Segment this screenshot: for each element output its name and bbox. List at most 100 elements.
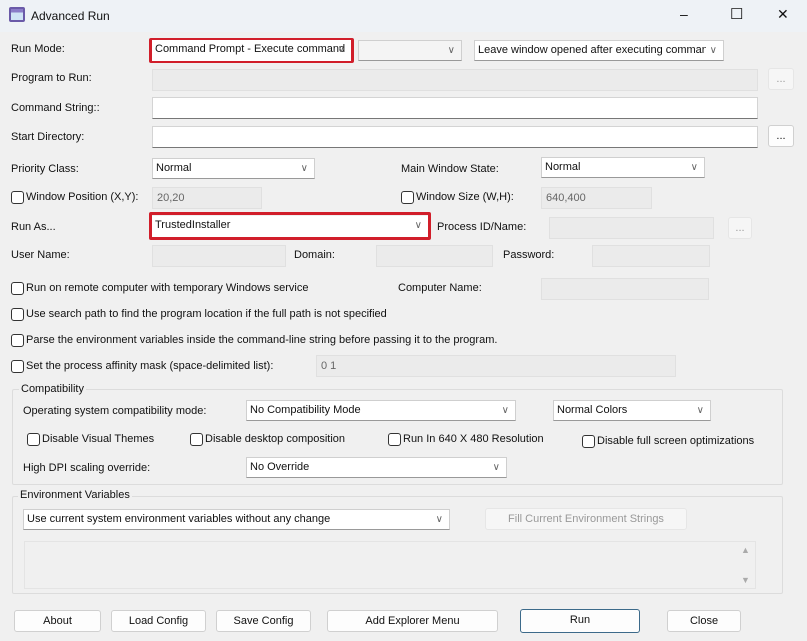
window-option-select[interactable]: Leave window opened after executing comm… [474, 40, 724, 61]
user-name-input[interactable] [152, 245, 286, 267]
main-window-state-value: Normal [545, 161, 581, 173]
os-compat-value: No Compatibility Mode [250, 404, 361, 416]
window-position-checkbox[interactable]: Window Position (X,Y): [11, 190, 138, 204]
program-label: Program to Run: [11, 72, 92, 84]
affinity-checkbox[interactable]: Set the process affinity mask (space-del… [11, 359, 273, 373]
colors-select[interactable]: Normal Colors ∨ [553, 400, 711, 421]
chevron-down-icon: ∨ [435, 514, 443, 525]
checkbox-box[interactable] [388, 432, 401, 446]
window-position-input[interactable]: 20,20 [152, 187, 262, 209]
remote-label: Run on remote computer with temporary Wi… [26, 282, 309, 294]
checkbox-box[interactable] [11, 307, 24, 321]
disable-fullscreen-checkbox[interactable]: Disable full screen optimizations [582, 434, 754, 448]
domain-input[interactable] [376, 245, 493, 267]
process-label: Process ID/Name: [437, 221, 527, 233]
command-input[interactable] [152, 97, 758, 119]
environment-title: Environment Variables [18, 489, 132, 501]
chevron-down-icon: ∨ [414, 220, 422, 231]
close-window-button[interactable]: ✕ [777, 6, 789, 23]
chevron-down-icon: ∨ [492, 462, 500, 473]
process-browse-button[interactable]: ... [728, 217, 752, 239]
scroll-up-icon[interactable]: ▲ [741, 545, 750, 555]
priority-select[interactable]: Normal ∨ [152, 158, 315, 179]
checkbox-box[interactable] [11, 281, 24, 295]
disable-composition-label: Disable desktop composition [205, 433, 346, 445]
main-window-state-label: Main Window State: [401, 163, 499, 175]
program-browse-button[interactable]: ... [768, 68, 794, 90]
checkbox-box[interactable] [401, 190, 414, 204]
chevron-down-icon: ∨ [709, 45, 717, 56]
affinity-input[interactable]: 0 1 [316, 355, 676, 377]
process-input[interactable] [549, 217, 714, 239]
password-label: Password: [503, 249, 555, 261]
parse-env-checkbox[interactable]: Parse the environment variables inside t… [11, 333, 497, 347]
run-button[interactable]: Run [520, 609, 640, 633]
dpi-value: No Override [250, 461, 310, 473]
run-mode-label: Run Mode: [11, 43, 65, 55]
window-size-input[interactable]: 640,400 [541, 187, 652, 209]
chevron-down-icon: ∨ [447, 45, 455, 56]
run-640-checkbox[interactable]: Run In 640 X 480 Resolution [388, 432, 544, 446]
chevron-down-icon: ∨ [300, 163, 308, 174]
minimize-button[interactable]: – [680, 6, 688, 22]
run-as-select[interactable]: TrustedInstaller ∨ [152, 216, 428, 237]
checkbox-box[interactable] [190, 432, 203, 446]
window-position-label: Window Position (X,Y): [26, 191, 139, 203]
disable-themes-checkbox[interactable]: Disable Visual Themes [27, 432, 154, 446]
run-mode-secondary-select[interactable]: ∨ [358, 40, 462, 61]
chevron-down-icon: ∨ [501, 405, 509, 416]
os-compat-select[interactable]: No Compatibility Mode ∨ [246, 400, 516, 421]
window-size-checkbox[interactable]: Window Size (W,H): [401, 190, 514, 204]
close-button[interactable]: Close [667, 610, 741, 632]
dpi-label: High DPI scaling override: [23, 462, 151, 474]
main-window-state-select[interactable]: Normal ∨ [541, 157, 705, 178]
add-explorer-menu-button[interactable]: Add Explorer Menu [327, 610, 498, 632]
about-button[interactable]: About [14, 610, 101, 632]
checkbox-box[interactable] [11, 190, 24, 204]
run-as-label: Run As... [11, 221, 56, 233]
remote-checkbox[interactable]: Run on remote computer with temporary Wi… [11, 281, 308, 295]
run-640-label: Run In 640 X 480 Resolution [403, 433, 544, 445]
search-path-checkbox[interactable]: Use search path to find the program loca… [11, 307, 387, 321]
maximize-button[interactable]: ☐ [730, 5, 743, 23]
computer-name-label: Computer Name: [398, 282, 482, 294]
compatibility-title: Compatibility [19, 383, 86, 395]
user-name-label: User Name: [11, 249, 70, 261]
affinity-label: Set the process affinity mask (space-del… [26, 360, 274, 372]
environment-value: Use current system environment variables… [27, 513, 331, 525]
environment-select[interactable]: Use current system environment variables… [23, 509, 450, 530]
disable-fullscreen-label: Disable full screen optimizations [597, 435, 755, 447]
run-as-value: TrustedInstaller [155, 219, 231, 231]
parse-env-label: Parse the environment variables inside t… [26, 334, 498, 346]
password-input[interactable] [592, 245, 710, 267]
window-title: Advanced Run [31, 9, 110, 23]
app-icon [9, 7, 25, 22]
chevron-down-icon: ∨ [696, 405, 704, 416]
disable-composition-checkbox[interactable]: Disable desktop composition [190, 432, 345, 446]
checkbox-box[interactable] [27, 432, 40, 446]
fill-environment-button[interactable]: Fill Current Environment Strings [485, 508, 687, 530]
computer-name-input[interactable] [541, 278, 709, 300]
start-dir-input[interactable] [152, 126, 758, 148]
program-input[interactable] [152, 69, 758, 91]
environment-textarea[interactable] [24, 541, 756, 589]
save-config-button[interactable]: Save Config [216, 610, 311, 632]
scroll-down-icon[interactable]: ▼ [741, 575, 750, 585]
window-size-label: Window Size (W,H): [416, 191, 514, 203]
checkbox-box[interactable] [582, 434, 595, 448]
start-dir-label: Start Directory: [11, 131, 85, 143]
load-config-button[interactable]: Load Config [111, 610, 206, 632]
priority-value: Normal [156, 162, 192, 174]
checkbox-box[interactable] [11, 359, 24, 373]
command-label: Command String:: [11, 102, 100, 114]
run-mode-select[interactable]: Command Prompt - Execute command ∨ [152, 40, 351, 61]
domain-label: Domain: [294, 249, 335, 261]
checkbox-box[interactable] [11, 333, 24, 347]
dpi-select[interactable]: No Override ∨ [246, 457, 507, 478]
search-path-label: Use search path to find the program loca… [26, 308, 387, 320]
disable-themes-label: Disable Visual Themes [42, 433, 155, 445]
os-compat-label: Operating system compatibility mode: [23, 405, 207, 417]
chevron-down-icon: ∨ [337, 44, 345, 55]
colors-value: Normal Colors [557, 404, 628, 416]
start-dir-browse-button[interactable]: ... [768, 125, 794, 147]
